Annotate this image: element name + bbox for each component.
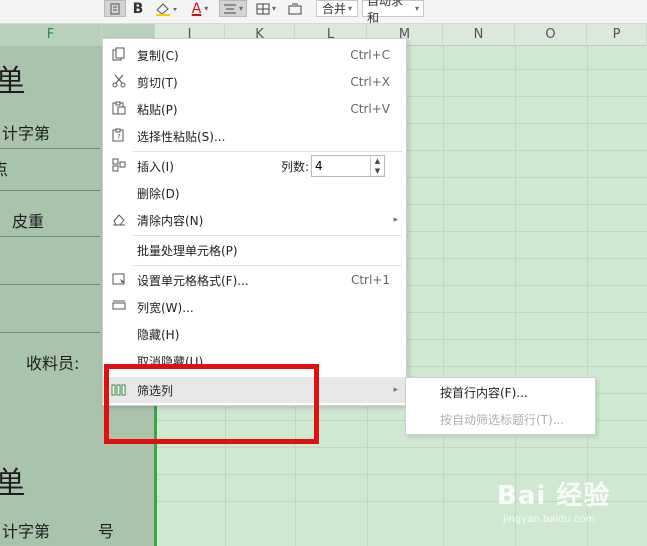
insert-column-icon [111, 158, 127, 174]
eraser-icon [111, 212, 127, 228]
sheet-title-bottom: 单 [0, 465, 25, 498]
paste-special-icon: ? [111, 128, 127, 144]
spin-down-icon[interactable]: ▼ [371, 166, 384, 176]
spinner-buttons[interactable]: ▲ ▼ [370, 156, 384, 176]
menu-item-label: 粘贴(P) [137, 102, 178, 117]
column-count-input[interactable] [312, 156, 370, 176]
menu-item-label: 批量处理单元格(P) [137, 243, 238, 258]
row-cut-text: 点 [0, 160, 9, 179]
menu-item-label: 复制(C) [137, 48, 179, 63]
font-color-button[interactable]: A ▾ [186, 0, 214, 17]
fill-color-button[interactable] [152, 0, 180, 17]
copy-icon [111, 47, 127, 63]
jizi-label-bottom: 计字第 [2, 522, 51, 541]
tare-label: 皮重 [12, 212, 45, 231]
annotation-highlight-box [104, 364, 319, 444]
menu-item-copy[interactable]: 复制(C) Ctrl+C [103, 42, 406, 68]
menu-item-label: 插入(I) [137, 159, 174, 174]
menu-item-label: 删除(D) [137, 186, 180, 201]
filter-column-submenu: 按首行内容(F)... 按自动筛选标题行(T)... [405, 377, 596, 435]
hao-label: 号 [98, 522, 115, 541]
watermark: Bai 经验 jingyan.baidu.com [497, 475, 637, 535]
cut-icon [111, 74, 127, 90]
menu-item-shortcut: Ctrl+C [350, 48, 390, 62]
menu-item-insert[interactable]: 插入(I) 列数: ▲ ▼ [103, 153, 406, 179]
col-header-f[interactable]: F [0, 24, 102, 46]
submenu-item-by-first-row[interactable]: 按首行内容(F)... [406, 380, 595, 406]
jizi-label-top: 计字第 [2, 124, 51, 143]
menu-item-cut[interactable]: 剪切(T) Ctrl+X [103, 69, 406, 95]
merge-button[interactable]: 合并 ▾ [316, 0, 358, 17]
menu-item-label: 隐藏(H) [137, 327, 180, 342]
submenu-item-by-autofilter: 按自动筛选标题行(T)... [440, 413, 565, 427]
menu-item-clear[interactable]: 清除内容(N) ▸ [103, 207, 406, 233]
merge-label: 合并 [321, 2, 346, 16]
sheet-title-top: 单 [0, 63, 25, 96]
font-color-label: A [191, 0, 202, 17]
col-header-o[interactable]: O [515, 24, 587, 46]
wrap-text-icon[interactable] [285, 0, 305, 17]
menu-item-delete[interactable]: 删除(D) [103, 180, 406, 206]
bold-button[interactable]: B [130, 0, 146, 17]
col-header-n[interactable]: N [443, 24, 515, 46]
menu-item-hide[interactable]: 隐藏(H) [103, 321, 406, 347]
watermark-url: jingyan.baidu.com [503, 514, 596, 525]
menu-item-paste-special[interactable]: ? 选择性粘贴(S)... [103, 123, 406, 149]
column-count-label: 列数: [281, 159, 310, 174]
column-width-icon [111, 299, 127, 315]
menu-item-shortcut: Ctrl+1 [350, 273, 390, 287]
watermark-logo: Bai 经验 [497, 481, 611, 511]
paste-icon [111, 101, 127, 117]
submenu-arrow-icon: ▸ [393, 385, 398, 395]
menu-item-label: 选择性粘贴(S)... [137, 129, 226, 144]
menu-item-label: 设置单元格格式(F)... [137, 273, 249, 288]
column-count-spinner[interactable]: ▲ ▼ [311, 155, 385, 177]
svg-text:?: ? [117, 133, 121, 141]
autosum-button[interactable]: 自动求和 ▾ [362, 0, 424, 25]
context-menu: 复制(C) Ctrl+C 剪切(T) Ctrl+X 粘贴(P) Ctrl+V ?… [102, 38, 407, 406]
format-cells-icon [111, 272, 127, 288]
toolbar: B A ▾ ▾ ▾ 合并 ▾ 自动求和 ▾ [0, 0, 647, 25]
menu-item-label: 清除内容(N) [137, 213, 204, 228]
menu-item-format-cells[interactable]: 设置单元格格式(F)... Ctrl+1 [103, 267, 406, 293]
spin-up-icon[interactable]: ▲ [371, 156, 384, 166]
col-header-p[interactable]: P [587, 24, 647, 46]
border-button[interactable]: ▾ [252, 0, 280, 17]
menu-item-batch[interactable]: 批量处理单元格(P) [103, 237, 406, 263]
align-button[interactable]: ▾ [219, 0, 247, 17]
menu-item-shortcut: Ctrl+V [350, 102, 390, 116]
menu-item-column-width[interactable]: 列宽(W)... [103, 294, 406, 320]
submenu-arrow-icon: ▸ [393, 215, 398, 225]
menu-item-label: 列宽(W)... [137, 300, 194, 315]
autosum-label: 自动求和 [367, 0, 404, 25]
receiver-label: 收料员: [26, 354, 80, 373]
menu-item-paste[interactable]: 粘贴(P) Ctrl+V [103, 96, 406, 122]
menu-item-label: 剪切(T) [137, 75, 178, 90]
menu-item-shortcut: Ctrl+X [350, 75, 390, 89]
column-count-control: 列数: ▲ ▼ [281, 155, 391, 177]
format-brush-icon[interactable] [104, 0, 126, 17]
